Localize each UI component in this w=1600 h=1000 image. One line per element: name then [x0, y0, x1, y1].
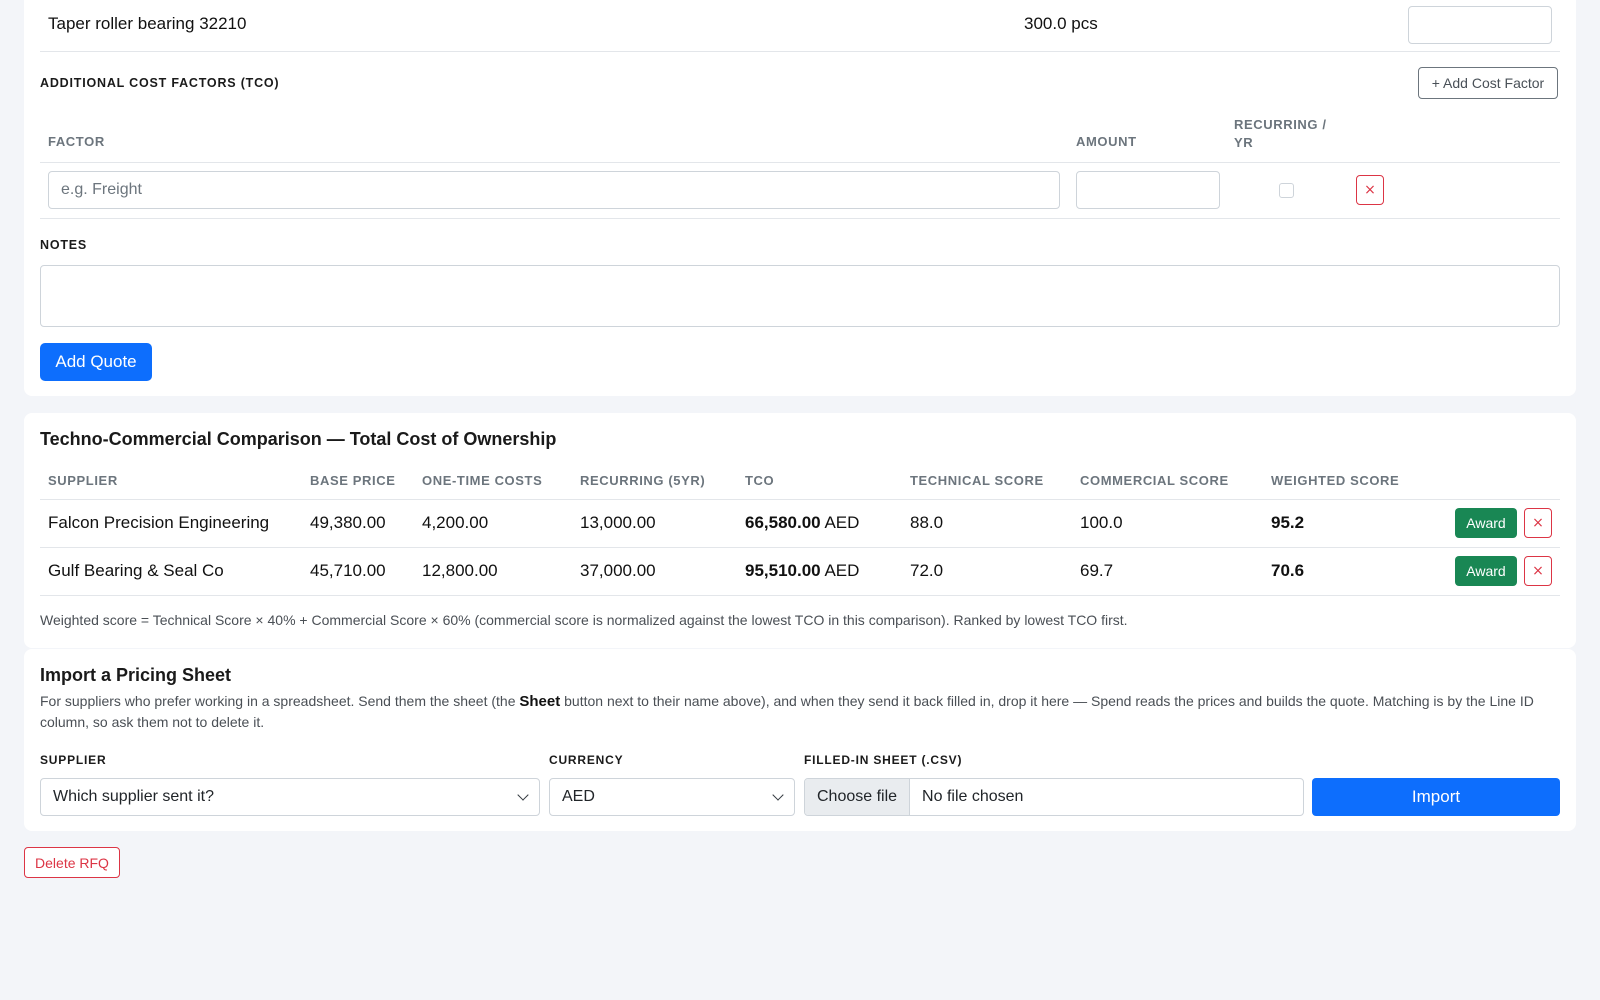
quote-entry-card: Taper roller bearing 32210 300.0 pcs Add…: [24, 0, 1576, 396]
one-time-costs: 12,800.00: [422, 561, 498, 580]
commercial-score-header: Commercial Score: [1080, 473, 1229, 488]
supplier-select[interactable]: Which supplier sent it?: [40, 778, 540, 816]
tco-value: 66,580.00 AED: [745, 513, 859, 533]
amount-input[interactable]: [1076, 171, 1220, 209]
recurring-header-line2: Yr: [1234, 135, 1254, 150]
notes-textarea[interactable]: [40, 265, 1560, 327]
supplier-select-value: Which supplier sent it?: [53, 788, 214, 805]
close-icon: ×: [1532, 563, 1544, 579]
weighted-score: 95.2: [1271, 513, 1305, 532]
additional-costs-title: Additional Cost Factors (TCO): [40, 76, 280, 90]
tco-value: 95,510.00 AED: [745, 561, 859, 581]
chevron-down-icon: [772, 789, 784, 801]
comparison-title: Techno-Commercial Comparison — Total Cos…: [40, 429, 557, 449]
tco-amount: 66,580.00: [745, 513, 821, 532]
technical-score: 88.0: [910, 513, 944, 532]
tco-amount: 95,510.00: [745, 561, 821, 580]
import-title: Import a Pricing Sheet: [40, 665, 232, 685]
amount-column-header: Amount: [1076, 134, 1137, 149]
line-item-price-input[interactable]: [1408, 6, 1552, 44]
technical-score: 72.0: [910, 561, 944, 580]
recurring-costs: 37,000.00: [580, 561, 656, 580]
one-time-costs: 4,200.00: [422, 513, 489, 532]
notes-label: Notes: [40, 238, 88, 252]
base-price-header: Base Price: [310, 473, 396, 488]
recurring-header: Recurring (5yr): [580, 473, 706, 488]
comparison-card: Techno-Commercial Comparison — Total Cos…: [24, 413, 1576, 648]
close-icon: ×: [1364, 182, 1376, 198]
divider: [40, 547, 1560, 548]
divider: [40, 51, 1560, 52]
import-description: For suppliers who prefer working in a sp…: [40, 691, 1540, 732]
supplier-name: Falcon Precision Engineering: [48, 513, 270, 532]
chevron-down-icon: [517, 789, 529, 801]
divider: [40, 595, 1560, 596]
weighted-score-header: Weighted Score: [1271, 473, 1400, 488]
recurring-column-header: Recurring / Yr: [1234, 116, 1327, 152]
base-price: 49,380.00: [310, 513, 386, 532]
supplier-label: Supplier: [40, 753, 107, 767]
file-input[interactable]: Choose file No file chosen: [804, 778, 1304, 816]
factor-input[interactable]: [48, 171, 1060, 209]
weighted-score-note: Weighted score = Technical Score × 40% +…: [40, 612, 1128, 628]
commercial-score: 69.7: [1080, 561, 1114, 580]
divider: [40, 499, 1560, 500]
tco-currency: AED: [824, 561, 860, 580]
close-icon: ×: [1532, 515, 1544, 531]
import-button[interactable]: Import: [1312, 778, 1560, 816]
currency-label: Currency: [549, 753, 624, 767]
delete-rfq-button[interactable]: Delete RFQ: [24, 847, 120, 878]
one-time-costs-header: One-Time Costs: [422, 473, 543, 488]
currency-select-value: AED: [562, 788, 595, 805]
technical-score-header: Technical Score: [910, 473, 1044, 488]
divider: [40, 162, 1560, 163]
line-item-name: Taper roller bearing 32210: [48, 14, 247, 33]
file-label: Filled-in Sheet (.csv): [804, 753, 963, 767]
remove-cost-factor-button[interactable]: ×: [1356, 175, 1384, 205]
tco-header: TCO: [745, 473, 775, 488]
tco-currency: AED: [824, 513, 860, 532]
award-button[interactable]: Award: [1455, 556, 1517, 586]
file-status: No file chosen: [922, 788, 1024, 805]
add-quote-button[interactable]: Add Quote: [40, 343, 152, 381]
remove-quote-button[interactable]: ×: [1524, 508, 1552, 538]
base-price: 45,710.00: [310, 561, 386, 580]
import-desc-bold: Sheet: [519, 693, 561, 710]
import-card: Import a Pricing Sheet For suppliers who…: [24, 649, 1576, 831]
supplier-header: Supplier: [48, 473, 118, 488]
factor-column-header: Factor: [48, 134, 105, 149]
choose-file-button[interactable]: Choose file: [805, 779, 911, 815]
recurring-header-line1: Recurring /: [1234, 117, 1327, 132]
award-button[interactable]: Award: [1455, 508, 1517, 538]
currency-select[interactable]: AED: [549, 778, 795, 816]
add-cost-factor-button[interactable]: + Add Cost Factor: [1418, 67, 1558, 99]
weighted-score: 70.6: [1271, 561, 1305, 580]
recurring-costs: 13,000.00: [580, 513, 656, 532]
supplier-name: Gulf Bearing & Seal Co: [48, 561, 224, 580]
remove-quote-button[interactable]: ×: [1524, 556, 1552, 586]
recurring-checkbox[interactable]: [1279, 183, 1294, 198]
commercial-score: 100.0: [1080, 513, 1123, 532]
divider: [40, 218, 1560, 219]
line-item-quantity: 300.0 pcs: [1024, 14, 1098, 33]
import-desc-part1: For suppliers who prefer working in a sp…: [40, 693, 520, 709]
